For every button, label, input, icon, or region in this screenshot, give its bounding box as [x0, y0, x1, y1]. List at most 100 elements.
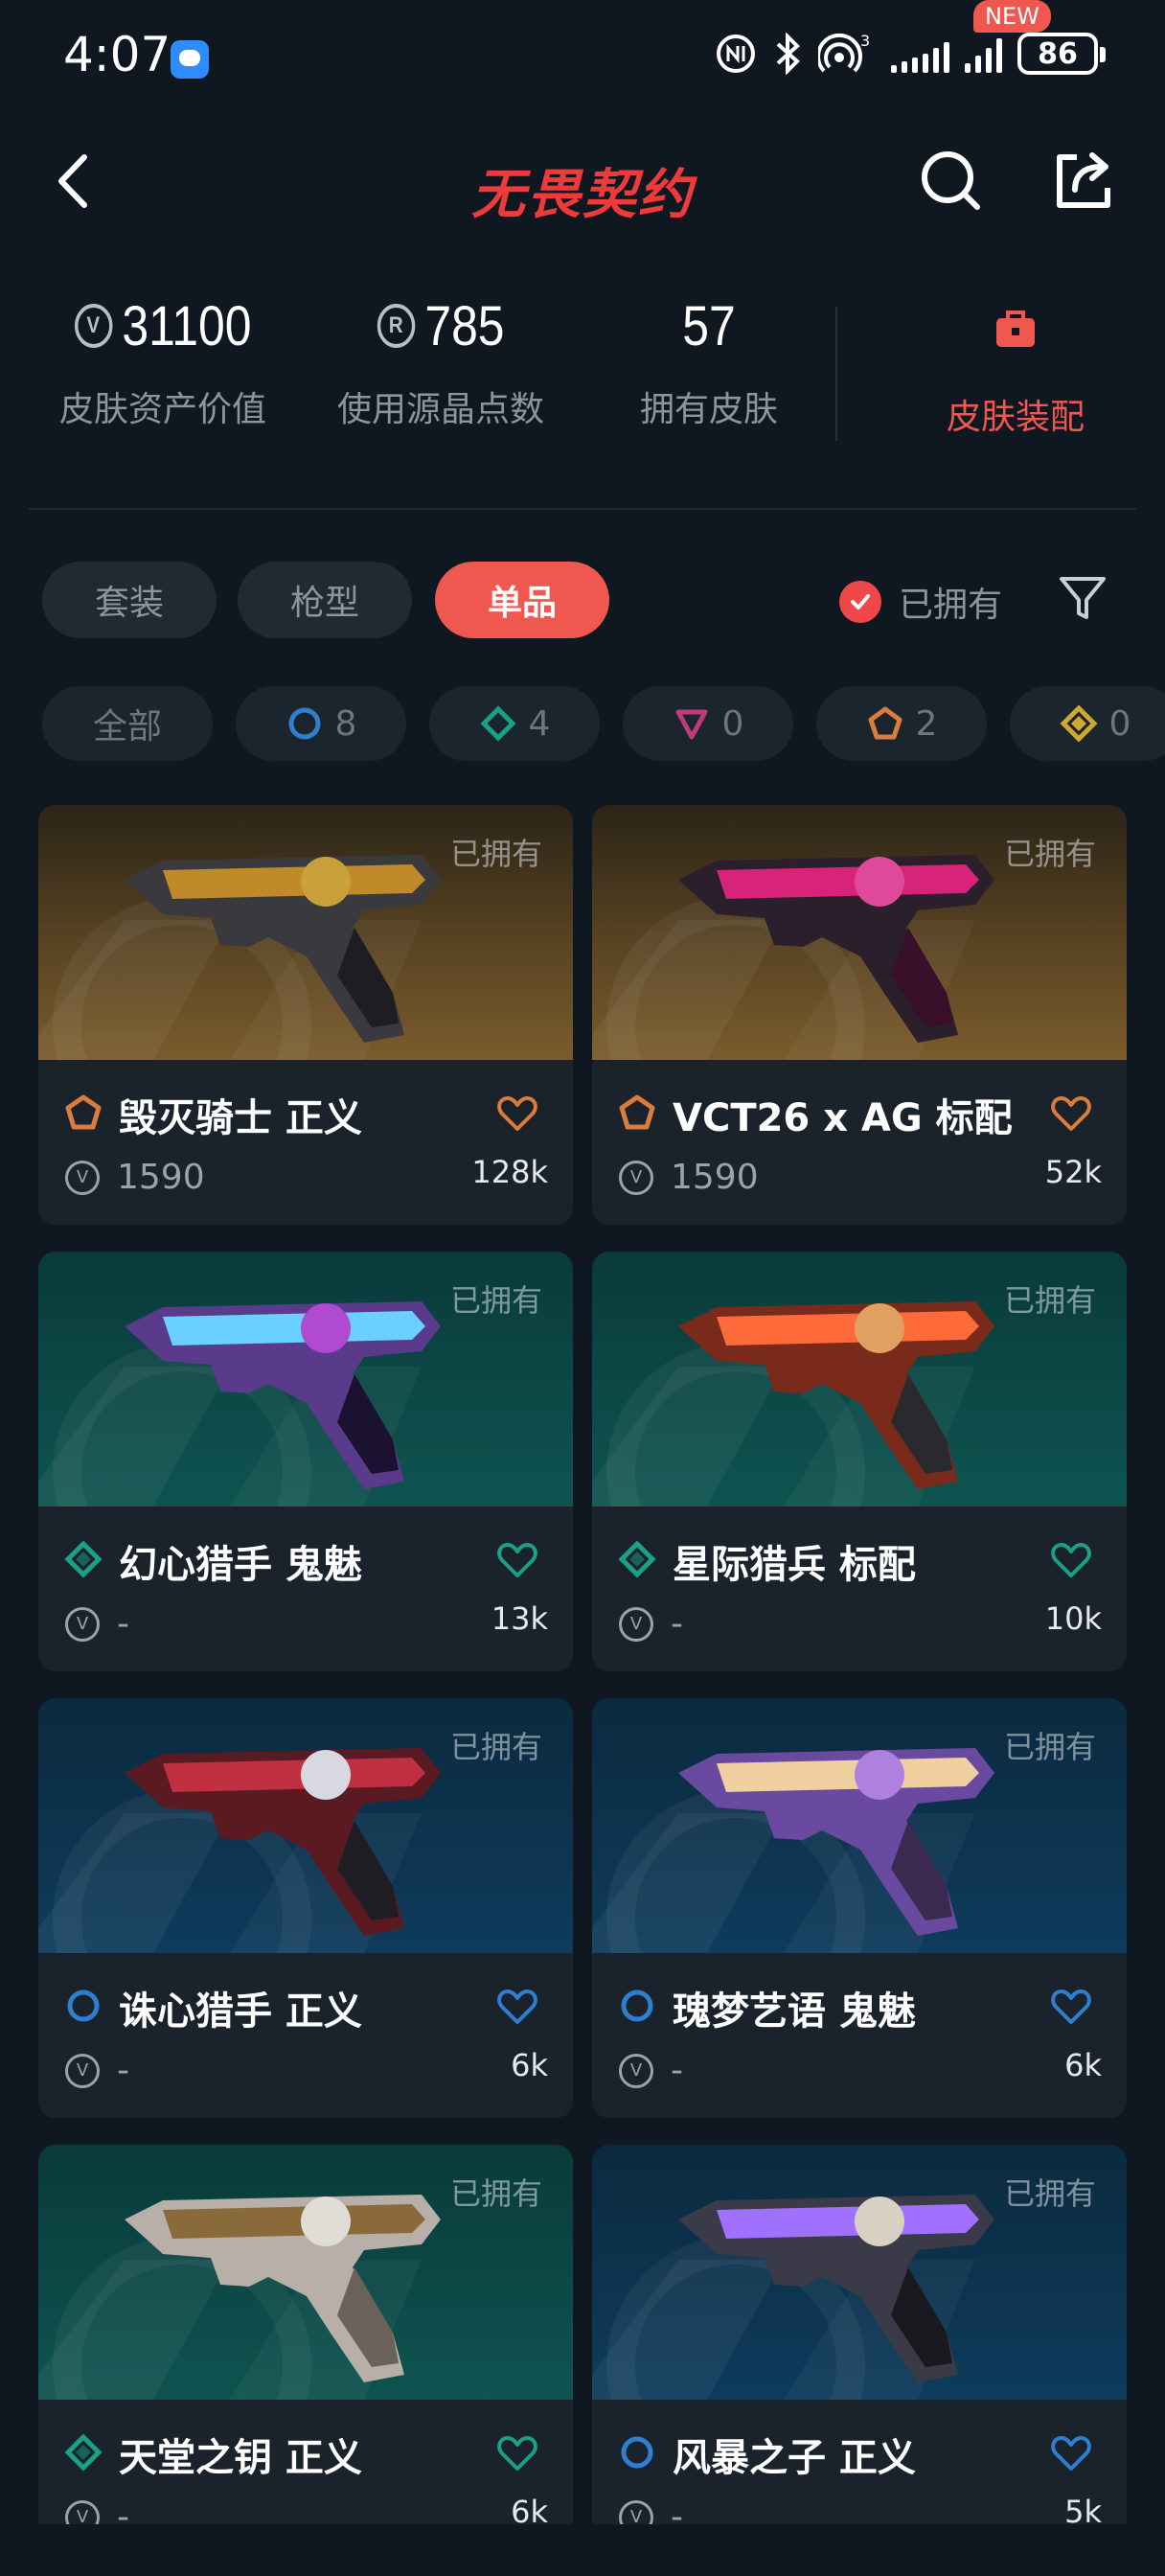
weapon-icon — [125, 2195, 441, 2382]
checkmark-icon — [839, 581, 881, 623]
heart-icon[interactable] — [1050, 1094, 1092, 1133]
tab-weapon-types[interactable]: 枪型 — [238, 562, 412, 638]
valorant-points-icon: V — [65, 1606, 100, 1642]
rarity-chip-exclusive[interactable]: 2 — [816, 686, 987, 761]
heart-icon[interactable] — [496, 2434, 538, 2472]
status-icons: 3 86 — [715, 33, 1106, 75]
battery-icon: 86 — [1017, 33, 1106, 75]
skin-card[interactable]: 已拥有 星际猎兵 标配 V- 10k — [592, 1252, 1127, 1671]
rarity-filter-row: 全部 8 4 0 2 0 — [42, 686, 1165, 763]
rarity-chip-premium[interactable]: 0 — [623, 686, 793, 761]
skin-price: V- — [65, 2497, 129, 2524]
weapon-icon — [678, 2195, 994, 2382]
rarity-count: 8 — [334, 703, 357, 744]
rarity-icon — [64, 1540, 103, 1578]
rarity-chip-ultra[interactable]: 0 — [1010, 686, 1165, 761]
skin-image: 已拥有 — [38, 1252, 573, 1506]
skin-image: 已拥有 — [592, 1252, 1127, 1506]
skin-image: 已拥有 — [38, 2145, 573, 2400]
heart-icon[interactable] — [1050, 2434, 1092, 2472]
rarity-count: 0 — [721, 703, 744, 744]
valorant-points-icon: V — [65, 1160, 100, 1195]
skin-card[interactable]: 已拥有 风暴之子 正义 V- 5k — [592, 2145, 1127, 2524]
skin-image: 已拥有 — [38, 1698, 573, 1953]
skin-card[interactable]: 已拥有 天堂之钥 正义 V- 6k — [38, 2145, 573, 2524]
divider — [29, 508, 1136, 510]
weapon-icon — [678, 1301, 994, 1489]
owned-tag: 已拥有 — [1003, 836, 1096, 872]
radianite-value: 785 — [424, 294, 505, 357]
new-badge: NEW — [973, 0, 1051, 33]
status-time: 4:07 — [63, 27, 171, 82]
tab-single-items[interactable]: 单品 — [435, 562, 609, 638]
rarity-icon — [65, 1094, 102, 1130]
search-icon[interactable] — [916, 146, 985, 215]
deluxe-tier-icon — [480, 705, 516, 742]
heart-icon[interactable] — [1050, 1988, 1092, 2026]
skin-card[interactable]: 已拥有 毁灭骑士 正义 V 1590 128k — [38, 805, 573, 1225]
price-value: 1590 — [117, 1158, 205, 1197]
ultra-tier-icon — [1060, 704, 1098, 743]
signal-icon — [891, 34, 949, 73]
valorant-points-icon: V — [619, 2053, 653, 2088]
select-tier-icon — [288, 707, 321, 740]
rarity-chip-deluxe[interactable]: 4 — [429, 686, 600, 761]
owned-filter-label: 已拥有 — [899, 586, 1003, 625]
heart-icon[interactable] — [496, 1541, 538, 1579]
owned-tag: 已拥有 — [449, 836, 542, 872]
price-value: - — [671, 2051, 683, 2090]
skin-card[interactable]: 已拥有 幻心猎手 鬼魅 V- 13k — [38, 1252, 573, 1671]
like-count: 10k — [1044, 1600, 1102, 1637]
heart-icon[interactable] — [496, 1094, 538, 1133]
skin-card[interactable]: 已拥有 瑰梦艺语 鬼魅 V- 6k — [592, 1698, 1127, 2118]
skin-name: 瑰梦艺语 鬼魅 — [673, 1990, 916, 2034]
skin-name: VCT26 x AG 标配 — [673, 1096, 1013, 1140]
filter-icon[interactable] — [1056, 571, 1109, 625]
valorant-points-icon: V — [619, 1606, 653, 1642]
skin-loadout-label: 皮肤装配 — [946, 398, 1085, 437]
owned-tag: 已拥有 — [1003, 1729, 1096, 1765]
like-count: 13k — [491, 1600, 548, 1637]
skin-name: 毁灭骑士 正义 — [119, 1096, 362, 1140]
rarity-icon — [67, 1990, 100, 2022]
rarity-chip-select[interactable]: 8 — [236, 686, 406, 761]
price-value: 1590 — [671, 1158, 759, 1197]
weapon-icon — [125, 855, 441, 1043]
tab-bundles[interactable]: 套装 — [42, 562, 217, 638]
briefcase-icon — [996, 310, 1035, 347]
owned-tag: 已拥有 — [449, 1282, 542, 1319]
like-count: 6k — [511, 2494, 548, 2524]
like-count: 5k — [1064, 2494, 1102, 2524]
owned-tag: 已拥有 — [1003, 1282, 1096, 1319]
skin-loadout-button[interactable]: 皮肤装配 — [891, 288, 1140, 439]
owned-skins-label: 拥有皮肤 — [639, 390, 778, 429]
skin-image: 已拥有 — [38, 805, 573, 1060]
weapon-icon — [125, 1748, 441, 1936]
battery-level: 86 — [1038, 36, 1078, 71]
skin-card[interactable]: 已拥有 VCT26 x AG 标配 V 1590 52k — [592, 805, 1127, 1225]
like-count: 6k — [511, 2047, 548, 2083]
svg-text:3: 3 — [860, 33, 870, 50]
premium-tier-icon — [675, 709, 708, 740]
price-value: - — [671, 2497, 683, 2524]
message-icon — [171, 40, 209, 79]
share-icon[interactable] — [1048, 146, 1117, 215]
skin-name: 幻心猎手 鬼魅 — [119, 1543, 362, 1587]
skin-price: V- — [65, 2051, 129, 2090]
rarity-chip-all[interactable]: 全部 — [42, 686, 213, 761]
hotspot-icon: 3 — [818, 33, 870, 73]
skin-name: 星际猎兵 标配 — [673, 1543, 916, 1587]
asset-value-stat: V 31100 皮肤资产价值 — [29, 288, 297, 431]
heart-icon[interactable] — [1050, 1541, 1092, 1579]
valorant-points-icon: V — [65, 2053, 100, 2088]
valorant-points-icon: V — [74, 304, 113, 348]
skin-price: V- — [619, 2497, 683, 2524]
rarity-icon — [64, 2433, 103, 2472]
radianite-label: 使用源晶点数 — [336, 390, 544, 429]
owned-filter-toggle[interactable]: 已拥有 — [839, 575, 1002, 629]
weapon-icon — [678, 1748, 994, 1936]
skin-card[interactable]: 已拥有 诛心猎手 正义 V- 6k — [38, 1698, 573, 2118]
owned-tag: 已拥有 — [1003, 2175, 1096, 2212]
heart-icon[interactable] — [496, 1988, 538, 2026]
skin-name: 天堂之钥 正义 — [119, 2436, 362, 2480]
